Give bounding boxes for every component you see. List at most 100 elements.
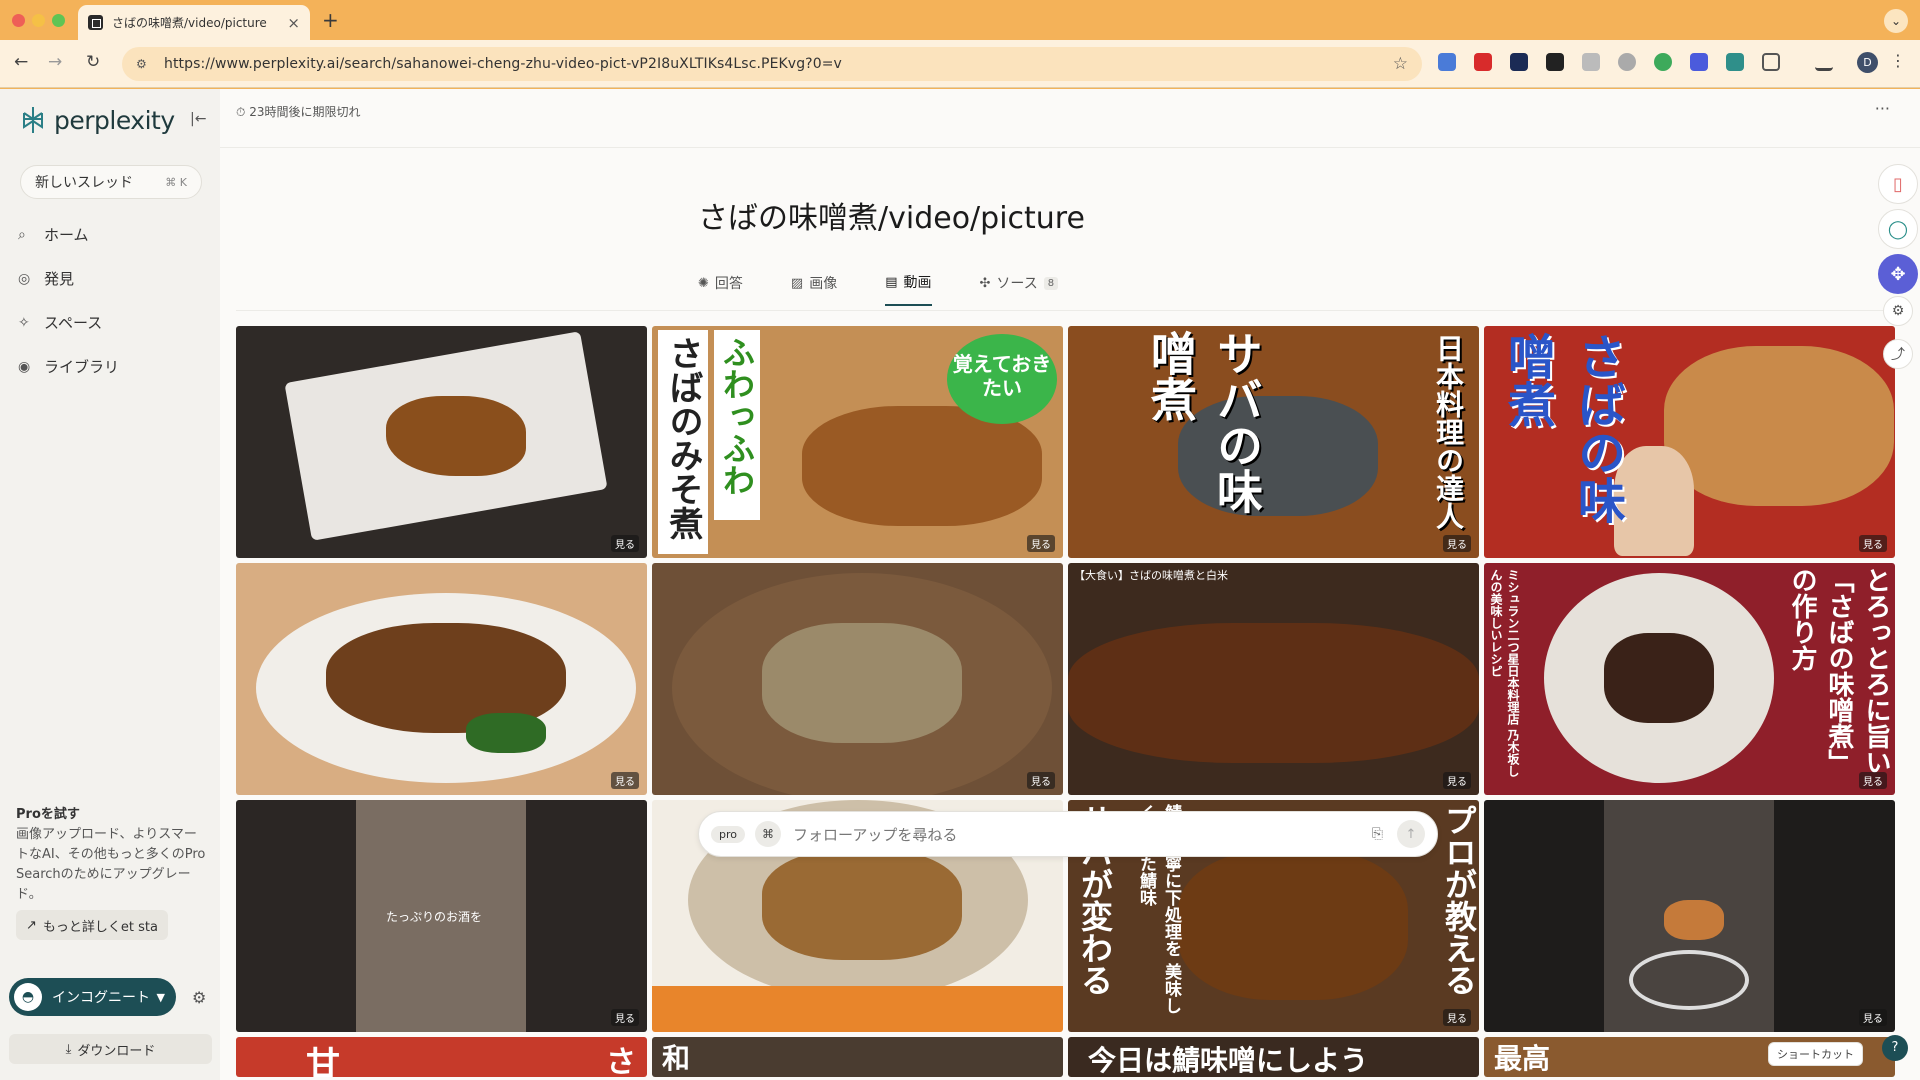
incognito-button[interactable]: ◓ インコグニート ▼ bbox=[9, 978, 176, 1016]
incognito-icon: ◓ bbox=[14, 983, 42, 1011]
sidebar-item-home[interactable]: ⌕ ホーム bbox=[18, 224, 89, 245]
tab-sources[interactable]: ✣ ソース 8 bbox=[980, 272, 1059, 306]
browser-menu-icon[interactable]: ⋮ bbox=[1890, 51, 1906, 70]
zoom-window-button[interactable] bbox=[52, 14, 65, 27]
video-thumbnail[interactable]: さばのみそ煮 ふわっふわ 覚えておきたい 見る bbox=[652, 326, 1063, 558]
extension-icon[interactable] bbox=[1726, 53, 1744, 71]
expire-text: 23時間後に期限切れ bbox=[249, 105, 361, 119]
learn-more-button[interactable]: ↗ もっと詳しくet sta bbox=[16, 910, 168, 940]
close-tab-icon[interactable]: × bbox=[287, 14, 300, 32]
result-tabs: ✺ 回答 ▨ 画像 ▤ 動画 ✣ ソース 8 bbox=[698, 272, 1106, 306]
crosshair-icon[interactable]: ✥ bbox=[1878, 254, 1918, 294]
settings-icon[interactable]: ⚙ bbox=[1883, 296, 1913, 326]
video-thumbnail[interactable]: 和 bbox=[652, 1037, 1063, 1077]
tab-label: 動画 bbox=[903, 275, 932, 291]
sidebar-item-label: スペース bbox=[44, 314, 103, 332]
help-icon[interactable]: ? bbox=[1882, 1035, 1908, 1061]
sidebar-item-spaces[interactable]: ✧ スペース bbox=[18, 312, 102, 333]
video-icon: ▤ bbox=[885, 274, 898, 290]
video-thumbnail[interactable]: さばの味噌煮 見る bbox=[1484, 326, 1895, 558]
minimize-window-button[interactable] bbox=[32, 14, 45, 27]
settings-gear-icon[interactable]: ⚙ bbox=[192, 988, 206, 1007]
fish-image bbox=[762, 850, 962, 960]
thumbnail-caption: 甘 bbox=[306, 1045, 340, 1077]
watch-badge: 見る bbox=[611, 535, 639, 552]
pro-title: Proを試す bbox=[16, 807, 80, 822]
perplexity-logo-icon bbox=[23, 107, 43, 133]
thumbnail-caption: 今日は鯖味噌にしよう bbox=[1088, 1044, 1369, 1077]
video-thumbnail[interactable]: 見る bbox=[236, 326, 647, 558]
sources-icon: ✣ bbox=[979, 275, 991, 291]
video-thumbnail[interactable]: たっぷりのお酒を 見る bbox=[236, 800, 647, 1032]
translate-extension-icon[interactable] bbox=[1438, 53, 1456, 71]
send-arrow-icon[interactable]: ↑ bbox=[1397, 820, 1425, 848]
site-info-icon[interactable]: ⚙ bbox=[136, 57, 152, 71]
new-thread-label: 新しいスレッド bbox=[35, 175, 133, 191]
account-icon[interactable]: ◯ bbox=[1878, 209, 1918, 249]
sidebar-item-label: ライブラリ bbox=[44, 358, 120, 376]
followup-input[interactable]: フォローアップを尋ねる bbox=[793, 824, 957, 845]
learn-more-label: もっと詳しくet sta bbox=[42, 919, 158, 935]
new-tab-icon[interactable]: + bbox=[322, 8, 339, 32]
bookmark-star-icon[interactable]: ☆ bbox=[1393, 54, 1408, 74]
pro-text: 画像アップロード、よりスマートなAI、その他もっと多くのPro Searchのた… bbox=[16, 827, 206, 902]
tab-answer[interactable]: ✺ 回答 bbox=[698, 272, 743, 306]
video-thumbnail[interactable]: 見る bbox=[236, 563, 647, 795]
tab-search-icon[interactable]: ⌄ bbox=[1884, 9, 1908, 33]
video-thumbnail[interactable]: 甘 さ bbox=[236, 1037, 647, 1077]
tab-videos[interactable]: ▤ 動画 bbox=[885, 272, 932, 306]
close-window-button[interactable] bbox=[12, 14, 25, 27]
video-thumbnail[interactable]: ミシュラン二つ星日本料理店 乃木坂しんの美味しいレシピ とろっとろに旨い「さばの… bbox=[1484, 563, 1895, 795]
camera-extension-icon[interactable] bbox=[1582, 53, 1600, 71]
more-options-icon[interactable]: ··· bbox=[1875, 99, 1890, 118]
youtube-extension-icon[interactable] bbox=[1474, 53, 1492, 71]
address-bar[interactable]: ⚙ https://www.perplexity.ai/search/sahan… bbox=[122, 47, 1422, 81]
video-thumbnail[interactable]: 見る bbox=[652, 563, 1063, 795]
share-icon[interactable]: ⤴ bbox=[1883, 339, 1913, 369]
video-thumbnail[interactable]: サバの味噌煮 日本料理の達人 見る bbox=[1068, 326, 1479, 558]
thumbnail-caption: サバの味噌煮 bbox=[1144, 330, 1264, 514]
new-thread-button[interactable]: 新しいスレッド ⌘ K bbox=[20, 165, 202, 199]
profile-avatar[interactable]: D bbox=[1857, 52, 1878, 73]
watch-badge: 見る bbox=[1027, 772, 1055, 789]
perplexity-logo[interactable]: perplexity bbox=[18, 105, 175, 135]
forward-icon[interactable]: → bbox=[48, 52, 62, 72]
shortcuts-button[interactable]: ショートカット bbox=[1768, 1042, 1863, 1066]
reload-icon[interactable]: ↻ bbox=[86, 52, 100, 72]
browser-tab[interactable]: さばの味噌煮/video/picture × bbox=[78, 5, 310, 40]
timer-icon: ⏱ bbox=[236, 105, 246, 119]
tab-label: ソース bbox=[996, 276, 1038, 292]
watch-badge: 見る bbox=[1443, 535, 1471, 552]
downloads-icon[interactable] bbox=[1815, 53, 1833, 71]
mic-extension-icon[interactable] bbox=[1618, 53, 1636, 71]
pan-image bbox=[1629, 950, 1749, 1010]
focus-icon[interactable]: ⌘ bbox=[755, 821, 781, 847]
download-button[interactable]: ⤓ ダウンロード bbox=[9, 1034, 212, 1064]
thumbnail-caption: さ bbox=[606, 1045, 636, 1077]
sidebar-item-library[interactable]: ◉ ライブラリ bbox=[18, 356, 119, 377]
video-thumbnail[interactable]: 【大食い】さばの味噌煮と白米 見る bbox=[1068, 563, 1479, 795]
pro-toggle[interactable]: pro bbox=[711, 825, 745, 843]
video-thumbnail[interactable]: 今日は鯖味噌にしよう bbox=[1068, 1037, 1479, 1077]
attach-paperclip-icon[interactable]: ⎘ bbox=[1372, 826, 1383, 842]
thumbnail-caption: 最高 bbox=[1494, 1042, 1551, 1075]
download-label: ダウンロード bbox=[77, 1043, 156, 1059]
extension-icon[interactable] bbox=[1546, 53, 1564, 71]
collapse-sidebar-icon[interactable]: |← bbox=[190, 111, 206, 127]
extension-icon[interactable] bbox=[1510, 53, 1528, 71]
tab-images[interactable]: ▨ 画像 bbox=[791, 272, 837, 306]
video-thumbnail[interactable]: 見る bbox=[1484, 800, 1895, 1032]
watch-badge: 見る bbox=[1859, 535, 1887, 552]
document-icon[interactable]: ▯ bbox=[1878, 164, 1918, 204]
perplexity-favicon-icon bbox=[88, 15, 103, 30]
sidebar-item-discover[interactable]: ◎ 発見 bbox=[18, 268, 74, 289]
fish-image bbox=[802, 406, 1042, 526]
extensions-puzzle-icon[interactable] bbox=[1762, 53, 1780, 71]
page-title: さばの味噌煮/video/picture bbox=[698, 201, 1085, 236]
browser-tab-bar: さばの味噌煮/video/picture × + ⌄ bbox=[0, 0, 1920, 40]
greens-image bbox=[466, 713, 546, 753]
extension-icon[interactable] bbox=[1654, 53, 1672, 71]
back-icon[interactable]: ← bbox=[14, 52, 28, 72]
extension-icon[interactable] bbox=[1690, 53, 1708, 71]
thumbnail-caption: さばの味噌煮 bbox=[1499, 332, 1625, 524]
